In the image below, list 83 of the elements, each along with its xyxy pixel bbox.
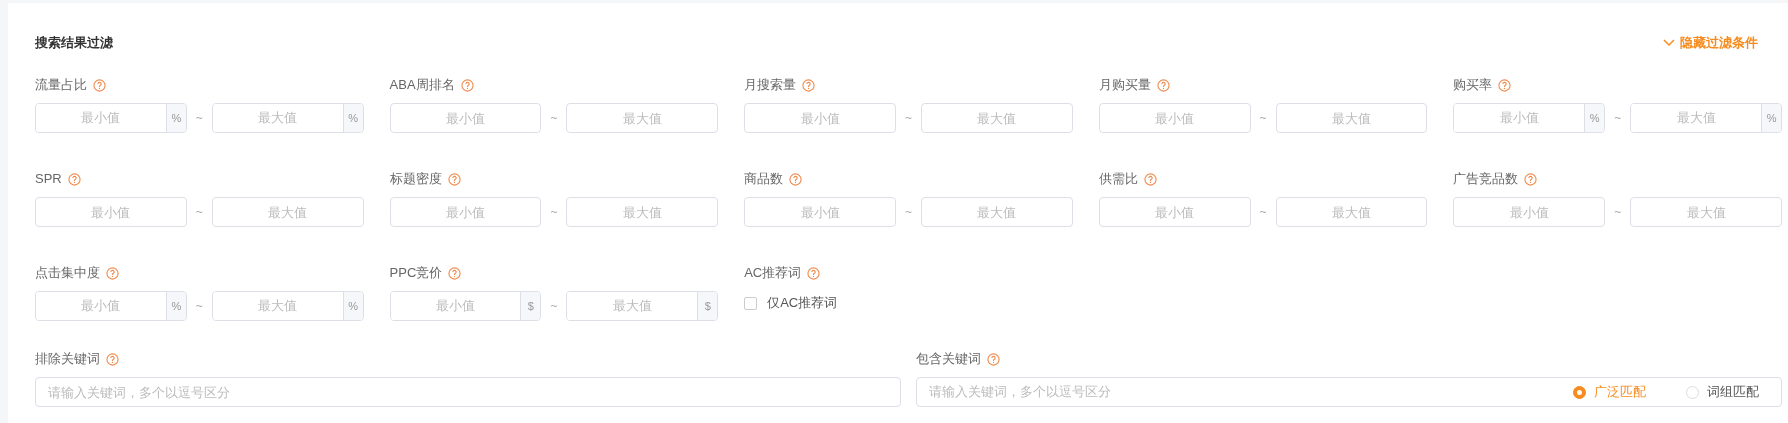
help-icon: [1524, 172, 1538, 186]
number-field[interactable]: 最小值: [35, 197, 187, 227]
number-field[interactable]: 最小值: [744, 197, 896, 227]
number-field[interactable]: 最大值: [921, 103, 1073, 133]
field-label: 月搜索量: [744, 76, 797, 95]
range-separator: ~: [1258, 204, 1268, 221]
unit-label: %: [165, 292, 186, 320]
number-field[interactable]: 最大值 %: [1630, 103, 1782, 133]
field-label: AC推荐词: [744, 264, 802, 283]
help-icon: [1498, 78, 1512, 92]
field-label: 广告竞品数: [1453, 170, 1519, 189]
match-radio[interactable]: 广泛匹配: [1573, 382, 1646, 402]
unit-label: %: [342, 104, 363, 132]
number-field[interactable]: 最大值: [211, 197, 364, 227]
field-label: 商品数: [744, 170, 784, 189]
range-separator: ~: [194, 298, 204, 315]
range-separator: ~: [549, 298, 559, 315]
chevron-down-icon: [1663, 39, 1675, 47]
range-separator: ~: [904, 204, 913, 221]
number-field[interactable]: 最小值: [389, 103, 542, 133]
number-field[interactable]: 最大值: [921, 197, 1073, 227]
field-label: PPC竞价: [389, 264, 443, 283]
field-label: 标题密度: [389, 170, 442, 189]
help-icon: [789, 172, 803, 186]
field-label: 点击集中度: [35, 264, 100, 283]
number-field[interactable]: 最小值 %: [35, 103, 187, 133]
range-separator: ~: [549, 204, 559, 221]
range-separator: ~: [1613, 110, 1623, 127]
help-icon: [1156, 78, 1170, 92]
number-field[interactable]: 最小值 %: [35, 291, 187, 321]
number-field[interactable]: 最大值: [566, 197, 719, 227]
help-icon: [93, 78, 106, 92]
number-field[interactable]: 最大值: [566, 103, 719, 133]
help-icon: [807, 266, 821, 280]
range-separator: ~: [194, 110, 204, 127]
unit-label: %: [165, 104, 186, 132]
hide-filters-button[interactable]: 隐藏过滤条件: [1663, 33, 1758, 53]
help-icon: [447, 172, 461, 186]
number-field[interactable]: 最小值 %: [1453, 103, 1606, 133]
help-icon: [106, 352, 119, 366]
range-separator: ~: [1258, 110, 1268, 127]
help-icon: [460, 78, 474, 92]
number-field[interactable]: 最小值 $: [389, 291, 542, 321]
range-separator: ~: [904, 110, 913, 127]
range-separator: ~: [1613, 204, 1623, 221]
number-field[interactable]: 最小值: [744, 103, 896, 133]
number-field[interactable]: 最大值 %: [211, 291, 364, 321]
help-icon: [106, 266, 119, 280]
unit-label: $: [520, 292, 541, 320]
field-label: 包含关键词: [916, 350, 981, 369]
field-label: SPR: [35, 170, 62, 189]
keyword-field[interactable]: 请输入关键词，多个以逗号区分 广泛匹配 词组匹配: [916, 377, 1782, 407]
unit-label: %: [1584, 104, 1605, 132]
number-field[interactable]: 最大值: [1275, 103, 1428, 133]
number-field[interactable]: 最小值: [1453, 197, 1606, 227]
field-label: 供需比: [1098, 170, 1138, 189]
unit-label: %: [342, 292, 363, 320]
number-field[interactable]: 最大值 %: [211, 103, 364, 133]
section-title: 搜索结果过滤: [35, 34, 113, 53]
number-field[interactable]: 最小值: [1098, 103, 1251, 133]
help-icon: [67, 172, 81, 186]
unit-label: $: [697, 292, 718, 320]
checkbox-label: 仅AC推荐词: [767, 294, 838, 313]
number-field[interactable]: 最大值: [1630, 197, 1782, 227]
help-icon: [448, 266, 462, 280]
help-icon: [1143, 172, 1157, 186]
keyword-field[interactable]: 请输入关键词，多个以逗号区分: [35, 377, 901, 407]
help-icon: [802, 78, 816, 92]
field-label: 月购买量: [1098, 76, 1151, 95]
number-field[interactable]: 最小值: [389, 197, 542, 227]
range-separator: ~: [194, 204, 204, 221]
number-field[interactable]: 最大值: [1275, 197, 1428, 227]
field-label: 排除关键词: [35, 350, 100, 369]
range-separator: ~: [549, 110, 559, 127]
field-label: ABA周排名: [389, 76, 455, 95]
field-label: 购买率: [1453, 76, 1493, 95]
checkbox[interactable]: [744, 296, 758, 310]
number-field[interactable]: 最小值: [1098, 197, 1251, 227]
number-field[interactable]: 最大值 $: [566, 291, 719, 321]
help-icon: [987, 352, 1000, 366]
unit-label: %: [1761, 104, 1781, 132]
field-label: 流量占比: [35, 76, 87, 95]
match-radio[interactable]: 词组匹配: [1686, 382, 1759, 402]
